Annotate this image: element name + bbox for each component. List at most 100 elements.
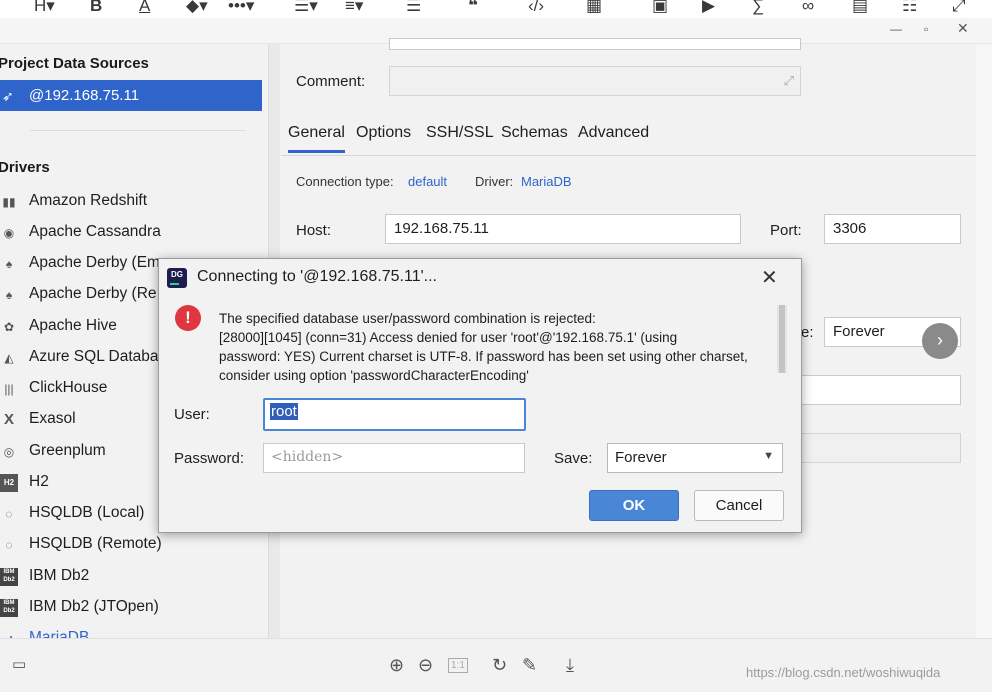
next-arrow-icon[interactable]: › xyxy=(922,323,958,359)
driver-label: Amazon Redshift xyxy=(29,192,148,209)
ibm-db2-icon: IBM Db2 xyxy=(0,568,18,586)
driver-link[interactable]: MariaDB xyxy=(521,174,572,189)
data-source-label: @192.168.75.11 xyxy=(29,87,140,104)
datagrip-logo-icon: DG xyxy=(167,268,187,288)
video-icon[interactable]: ▶ xyxy=(702,0,715,16)
bullet-list-icon[interactable]: ☰▾ xyxy=(294,0,318,16)
error-line: [28000][1045] (conn=31) Access denied fo… xyxy=(219,330,678,345)
comment-field[interactable]: ⤢ xyxy=(389,66,801,96)
list-icon[interactable]: ☷ xyxy=(902,0,917,16)
driver-item[interactable]: IBM Db2 IBM Db2 (JTOpen) xyxy=(0,595,268,621)
divider xyxy=(30,130,246,131)
save-combo-value: Forever xyxy=(833,323,885,340)
close-icon[interactable]: ✕ xyxy=(957,20,969,37)
hsqldb-icon: ◌ xyxy=(5,538,13,552)
error-line: password: YES) Current charset is UTF-8.… xyxy=(219,349,748,364)
driver-item[interactable]: ➶ MariaDB xyxy=(0,626,268,638)
project-data-sources-header: Project Data Sources xyxy=(0,55,149,72)
layout-icon[interactable]: ▭ xyxy=(12,655,26,673)
tab-ssh-ssl[interactable]: SSH/SSL xyxy=(426,124,494,150)
drivers-header: Drivers xyxy=(0,159,50,176)
driver-label: MariaDB xyxy=(29,629,90,638)
exasol-icon: X xyxy=(3,411,14,428)
host-field[interactable]: 192.168.75.11 xyxy=(385,214,741,244)
quote-icon[interactable]: ❝ xyxy=(468,0,478,16)
close-icon[interactable]: ✕ xyxy=(761,265,778,290)
redshift-icon: ▮▮ xyxy=(2,195,16,209)
error-line: consider using option 'passwordCharacter… xyxy=(219,368,529,383)
clickhouse-icon: ||| xyxy=(4,382,14,396)
mariadb-icon: ➶ xyxy=(0,630,18,638)
driver-label: Greenplum xyxy=(29,442,106,459)
ok-button[interactable]: OK xyxy=(589,490,679,521)
error-line: The specified database user/password com… xyxy=(219,311,596,326)
user-field[interactable]: root xyxy=(263,398,526,431)
driver-label: Apache Derby (Re xyxy=(29,285,157,302)
driver-label: Apache Hive xyxy=(29,317,117,334)
driver-item[interactable]: ▮▮ Amazon Redshift xyxy=(0,189,268,215)
image-icon[interactable]: ▣ xyxy=(652,0,668,16)
driver-label: HSQLDB (Remote) xyxy=(29,535,162,552)
actual-size-icon[interactable]: 1:1 xyxy=(448,658,468,673)
more-icon[interactable]: •••▾ xyxy=(228,0,254,16)
scrollbar[interactable] xyxy=(976,44,992,638)
indent-icon[interactable]: ☰ xyxy=(406,0,421,16)
align-icon[interactable]: ≡▾ xyxy=(345,0,363,16)
azure-icon: ◭ xyxy=(4,351,14,365)
tab-schemas[interactable]: Schemas xyxy=(501,124,568,150)
save-label: Save: xyxy=(554,450,593,467)
port-field[interactable]: 3306 xyxy=(824,214,961,244)
expand-icon[interactable]: ⤢ xyxy=(952,0,966,16)
heading-icon[interactable]: H▾ xyxy=(34,0,55,16)
formula-icon[interactable]: ∑ xyxy=(752,0,764,16)
url-field[interactable] xyxy=(781,433,961,463)
table-icon[interactable]: ▦ xyxy=(586,0,602,16)
maximize-icon[interactable]: ▫ xyxy=(924,22,928,36)
save-label-partial: e: xyxy=(801,324,814,341)
edit-icon[interactable]: ✎ xyxy=(522,655,537,676)
hive-icon: ✿ xyxy=(3,320,15,334)
link-icon[interactable]: ∞ xyxy=(802,0,814,16)
password-field[interactable]: <hidden> xyxy=(263,443,525,473)
user-label: User: xyxy=(174,406,210,423)
expand-icon[interactable]: ⤢ xyxy=(784,73,794,89)
driver-label: HSQLDB (Local) xyxy=(29,504,145,521)
driver-item[interactable]: IBM Db2 IBM Db2 xyxy=(0,564,268,590)
editor-toolbar: H▾ B A ◆▾ •••▾ ☰▾ ≡▾ ☰ ❝ ‹/› ▦ ▣ ▶ ∑ ∞ ▤… xyxy=(0,0,992,18)
rotate-icon[interactable]: ↻ xyxy=(492,655,507,676)
error-scrollbar[interactable] xyxy=(777,305,787,373)
tab-options[interactable]: Options xyxy=(356,124,411,150)
description-field[interactable] xyxy=(389,38,801,50)
driver-label: IBM Db2 (JTOpen) xyxy=(29,598,159,615)
fill-color-icon[interactable]: ◆▾ xyxy=(186,0,208,16)
driver-item[interactable]: ◉ Apache Cassandra xyxy=(0,220,268,246)
dialog-title: Connecting to '@192.168.75.11'... xyxy=(197,268,437,285)
download-icon[interactable]: ⤓ xyxy=(566,655,574,676)
zoom-in-icon[interactable]: ⊕ xyxy=(389,655,404,676)
comment-label: Comment: xyxy=(296,73,366,90)
driver-label: Apache Derby (Em xyxy=(29,254,160,271)
database-field[interactable] xyxy=(781,375,961,405)
ibm-db2-icon: IBM Db2 xyxy=(0,599,18,617)
save-dropdown-value: Forever xyxy=(615,449,667,466)
text-color-icon[interactable]: A xyxy=(139,0,150,16)
bold-icon[interactable]: B xyxy=(90,0,102,16)
cassandra-icon: ◉ xyxy=(3,226,15,240)
connection-type-link[interactable]: default xyxy=(408,174,447,189)
tab-general[interactable]: General xyxy=(288,124,345,153)
data-source-item-selected[interactable]: ➶ @192.168.75.11 xyxy=(0,80,262,111)
driver-item[interactable]: ◌ HSQLDB (Remote) xyxy=(0,532,268,558)
cancel-button[interactable]: Cancel xyxy=(694,490,784,521)
settings-tabs: General Options SSH/SSL Schemas Advanced xyxy=(281,122,992,156)
error-message: The specified database user/password com… xyxy=(219,309,775,385)
port-label: Port: xyxy=(770,222,802,239)
hsqldb-icon: ◌ xyxy=(5,507,13,521)
zoom-out-icon[interactable]: ⊖ xyxy=(418,655,433,676)
tab-advanced[interactable]: Advanced xyxy=(578,124,649,150)
save-dropdown[interactable]: Forever ▼ xyxy=(607,443,783,473)
error-icon: ! xyxy=(175,305,201,331)
chart-icon[interactable]: ▤ xyxy=(852,0,868,16)
user-value: root xyxy=(270,403,298,420)
minimize-icon[interactable]: — xyxy=(890,22,902,36)
code-icon[interactable]: ‹/› xyxy=(528,0,544,16)
